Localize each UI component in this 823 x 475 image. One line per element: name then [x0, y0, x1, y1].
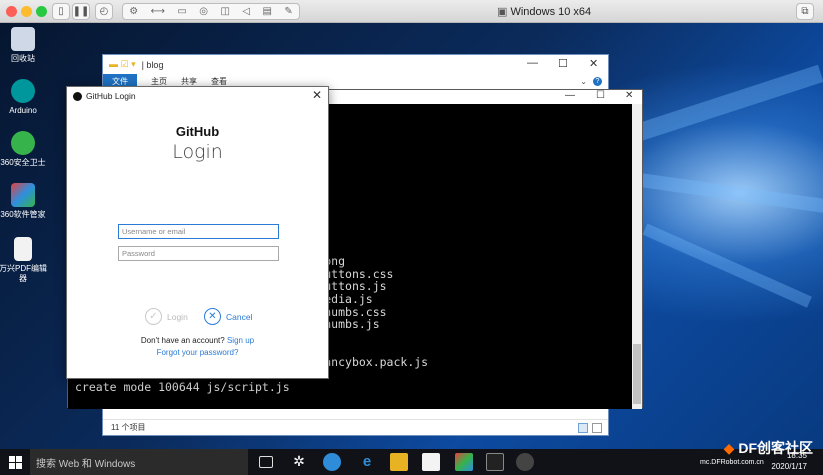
watermark-brand: DF创客社区: [738, 440, 813, 456]
sidebar-toggle-icon[interactable]: ▯: [52, 3, 70, 20]
gitkraken-icon[interactable]: [455, 453, 473, 471]
vm-device-toolbar[interactable]: ⚙ ⟷ ▭ ◎ ◫ ◁ ▤ ✎: [122, 3, 300, 20]
user-icon[interactable]: ◎: [199, 6, 208, 17]
360-security-icon: [11, 131, 35, 155]
vm-os-icon: ▣: [497, 6, 511, 18]
terminal-close-button[interactable]: ✕: [625, 90, 633, 101]
watermark-logo: ◆ DF创客社区: [724, 438, 813, 458]
scrollbar-thumb[interactable]: [633, 344, 641, 404]
fan-app-icon[interactable]: ✲: [290, 453, 308, 471]
ie-browser-icon[interactable]: e: [358, 453, 376, 471]
desktop-icon-360-software[interactable]: 360软件管家: [0, 183, 48, 220]
github-login-close-button[interactable]: ✕: [312, 88, 322, 102]
explorer-minimize-button[interactable]: —: [527, 57, 538, 69]
terminal-minimize-button[interactable]: —: [565, 90, 575, 101]
windows-logo-icon: [8, 455, 22, 469]
cancel-x-icon: ✕: [204, 308, 221, 325]
terminal-scrollbar[interactable]: [632, 104, 642, 409]
vm-zoom-button[interactable]: [36, 6, 47, 17]
no-account-text: Don't have an account?: [140, 336, 225, 345]
checkmark-icon: ✓: [145, 308, 162, 325]
edge-browser-icon[interactable]: [323, 453, 341, 471]
audio-icon[interactable]: ◁: [242, 6, 250, 17]
login-heading: Login: [172, 141, 223, 163]
folder-icon: ▬ ☑ ▾: [109, 59, 136, 69]
terminal-maximize-button[interactable]: ☐: [596, 90, 605, 101]
login-button[interactable]: ✓ Login: [145, 308, 188, 325]
vm-title-text: Windows 10 x64: [510, 6, 592, 18]
github-login-title: GitHub Login: [86, 91, 136, 101]
desktop-icon-recycle-bin[interactable]: 回收站: [0, 27, 48, 64]
pdf-file-icon: [14, 237, 32, 261]
desktop-icon-arduino[interactable]: Arduino: [0, 79, 48, 116]
explorer-statusbar: 11 个项目: [103, 419, 608, 435]
desktop-icon-label: 360安全卫士: [0, 158, 46, 167]
vm-minimize-button[interactable]: [21, 6, 32, 17]
desktop-icon-label: 万兴PDF编辑器: [0, 264, 47, 283]
network-icon[interactable]: ⟷: [151, 6, 165, 17]
username-input[interactable]: [118, 224, 279, 239]
github-login-titlebar[interactable]: GitHub Login ✕: [67, 87, 328, 105]
forgot-password-link[interactable]: Forgot your password?: [157, 348, 239, 357]
explorer-title: | blog: [141, 59, 164, 70]
tab-view[interactable]: 查看: [211, 76, 227, 87]
clock-date: 2020/1/17: [771, 462, 807, 471]
explorer-close-button[interactable]: ✕: [589, 57, 598, 70]
explorer-maximize-button[interactable]: ☐: [558, 57, 568, 70]
vm-toolbar: ▯ ❚❚ ◴ ⚙ ⟷ ▭ ◎ ◫ ◁ ▤ ✎ ▣ Windows 10 x64 …: [0, 0, 823, 23]
settings-icon[interactable]: ⚙: [129, 6, 138, 17]
tab-home[interactable]: 主页: [151, 76, 167, 87]
start-button[interactable]: [0, 449, 30, 475]
login-button-label: Login: [167, 311, 188, 322]
terminal-line: create mode 100644 js/script.js: [75, 380, 290, 395]
signup-link[interactable]: Sign up: [227, 336, 254, 345]
360-software-icon: [11, 183, 35, 207]
disk-icon[interactable]: ▭: [177, 6, 186, 17]
arduino-icon: [11, 79, 35, 103]
vm-close-button[interactable]: [6, 6, 17, 17]
help-icon[interactable]: ?: [593, 76, 602, 86]
cancel-button[interactable]: ✕ Cancel: [204, 308, 252, 325]
item-count: 11 个项目: [111, 423, 146, 432]
github-taskbar-icon[interactable]: [516, 453, 534, 471]
tab-share[interactable]: 共享: [181, 76, 197, 87]
watermark-url: mc.DFRobot.com.cn: [700, 459, 764, 466]
wallpaper-beam: [642, 223, 812, 308]
large-icons-view-icon[interactable]: [592, 423, 602, 433]
store-icon[interactable]: [422, 453, 440, 471]
snapshot-icon[interactable]: ◴: [95, 3, 113, 20]
df-robot-icon: ◆: [723, 440, 739, 456]
windows-desktop: 回收站 Arduino 360安全卫士 360软件管家 万兴PDF编辑器 ▬ ☑…: [0, 23, 823, 449]
cancel-button-label: Cancel: [226, 311, 253, 322]
github-octocat-icon: [73, 91, 82, 101]
wallpaper-beam: [637, 64, 823, 141]
task-view-icon[interactable]: [259, 456, 273, 468]
github-login-dialog: GitHub Login ✕ GitHub Login ✓ Login ✕ Ca…: [66, 86, 329, 379]
forgot-password-row: Forgot your password?: [67, 348, 328, 357]
password-input[interactable]: [118, 246, 279, 261]
wrench-icon[interactable]: ✎: [284, 6, 292, 17]
desktop-icon-label: 360软件管家: [0, 210, 46, 219]
desktop-icon-label: Arduino: [9, 106, 37, 115]
wallpaper-beam: [639, 173, 823, 214]
fullscreen-icon[interactable]: ⧉: [796, 3, 814, 20]
terminal-taskbar-icon[interactable]: [486, 453, 504, 471]
details-view-icon[interactable]: [578, 423, 588, 433]
desktop-icon-360-security[interactable]: 360安全卫士: [0, 131, 48, 168]
recycle-bin-icon: [11, 27, 35, 51]
pause-icon[interactable]: ❚❚: [72, 3, 90, 20]
file-explorer-taskbar-icon[interactable]: [390, 453, 408, 471]
search-placeholder: 搜索 Web 和 Windows: [36, 458, 136, 470]
github-wordmark: GitHub: [175, 124, 220, 139]
desktop-icon-label: 回收站: [11, 54, 35, 63]
shared-folder-icon[interactable]: ▤: [263, 6, 272, 17]
desktop-icon-pdf-editor[interactable]: 万兴PDF编辑器: [0, 237, 48, 284]
no-account-prompt: Don't have an account? Sign up: [67, 336, 328, 345]
explorer-titlebar[interactable]: ▬ ☑ ▾ | blog — ☐ ✕: [103, 55, 608, 74]
camera-icon[interactable]: ◫: [220, 6, 229, 17]
vm-title: ▣ Windows 10 x64: [497, 5, 591, 18]
ribbon-expand-icon[interactable]: ⌄: [580, 77, 587, 86]
taskbar-search-box[interactable]: 搜索 Web 和 Windows: [30, 449, 248, 475]
